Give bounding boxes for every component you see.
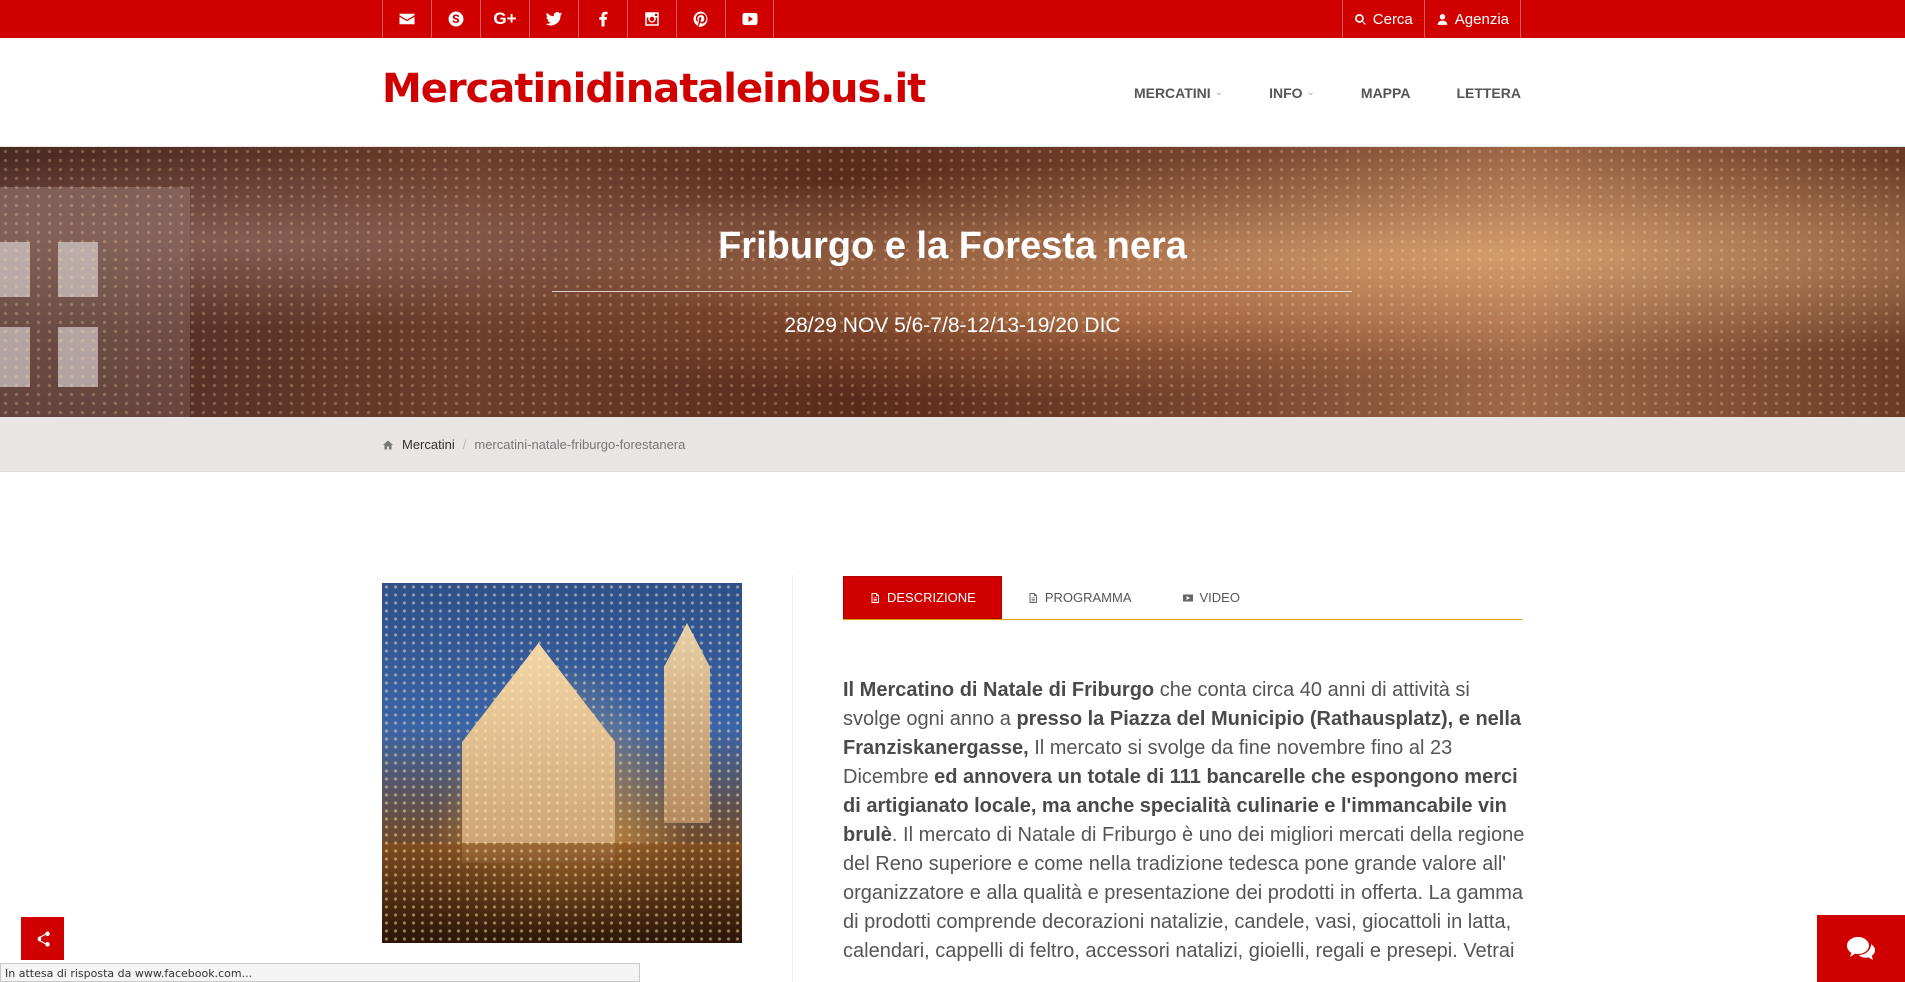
user-icon [1437, 13, 1448, 25]
event-photo [382, 583, 742, 943]
column-divider [792, 575, 793, 982]
nav-item-mappa[interactable]: MAPPA [1361, 85, 1411, 101]
chevron-down-icon: ⌄ [1306, 87, 1315, 98]
pinterest-link[interactable] [676, 0, 725, 38]
page-title: Friburgo e la Foresta nera [718, 225, 1187, 267]
chat-icon [1847, 936, 1875, 960]
youtube-link[interactable] [725, 0, 774, 38]
email-link[interactable] [382, 0, 431, 38]
main-nav: MERCATINI ⌄ INFO ⌄ MAPPA LETTERA [1088, 38, 1521, 147]
top-actions: Cerca Agenzia [1341, 0, 1521, 38]
tab-descrizione[interactable]: DESCRIZIONE [843, 576, 1002, 619]
pinterest-icon [693, 11, 708, 27]
nav-item-label: MAPPA [1360, 84, 1411, 101]
photo-lights [382, 583, 742, 943]
nav-item-mercatini[interactable]: MERCATINI ⌄ [1134, 85, 1223, 101]
nav-item-info[interactable]: INFO ⌄ [1269, 85, 1315, 101]
search-icon [1354, 13, 1366, 25]
event-description: Il Mercatino di Natale di Friburgo che c… [843, 676, 1525, 966]
title-divider [552, 291, 1352, 292]
browser-status-bar: In attesa di risposta da www.facebook.co… [0, 963, 640, 982]
breadcrumb-current: mercatini-natale-friburgo-forestanera [474, 437, 686, 452]
tab-label: DESCRIZIONE [887, 590, 976, 605]
twitter-icon [545, 12, 563, 26]
description-bold: Il Mercatino di Natale di Friburgo [843, 679, 1155, 701]
content-tabs: DESCRIZIONE PROGRAMMA VIDEO [843, 576, 1522, 620]
tab-label: PROGRAMMA [1044, 590, 1132, 605]
google-plus-link[interactable]: G+ [480, 0, 529, 38]
nav-item-label: INFO [1269, 84, 1303, 101]
event-dates: 28/29 NOV 5/6-7/8-12/13-19/20 DIC [784, 314, 1121, 337]
instagram-icon [645, 12, 659, 26]
youtube-icon [742, 13, 757, 25]
hero-banner: Friburgo e la Foresta nera 28/29 NOV 5/6… [0, 147, 1905, 417]
video-icon [1182, 594, 1193, 601]
tab-programma[interactable]: PROGRAMMA [1002, 576, 1157, 619]
skype-icon [448, 11, 464, 27]
google-plus-icon: G+ [493, 9, 517, 28]
nav-item-label: LETTERA [1456, 84, 1521, 101]
top-bar: G+ Cerca Agenzia [0, 0, 1905, 38]
chat-button[interactable] [1817, 915, 1905, 982]
document-icon [1029, 592, 1037, 603]
home-icon [383, 440, 393, 449]
breadcrumb-separator: / [462, 437, 467, 452]
twitter-link[interactable] [529, 0, 578, 38]
breadcrumb: Mercatini / mercatini-natale-friburgo-fo… [0, 417, 1905, 472]
breadcrumb-home-link[interactable]: Mercatini [402, 437, 455, 452]
agency-link[interactable]: Agenzia [1423, 0, 1521, 38]
envelope-icon [399, 13, 415, 25]
nav-item-lettera[interactable]: LETTERA [1456, 85, 1521, 101]
skype-link[interactable] [431, 0, 480, 38]
chevron-down-icon: ⌄ [1214, 87, 1224, 98]
site-header: Mercatinidinataleinbus.it MERCATINI ⌄ IN… [0, 38, 1905, 147]
agency-label: Agenzia [1454, 10, 1509, 28]
facebook-icon [599, 11, 608, 27]
tab-video[interactable]: VIDEO [1157, 576, 1265, 619]
share-icon [37, 931, 50, 946]
document-icon [871, 592, 879, 603]
facebook-link[interactable] [578, 0, 627, 38]
tab-label: VIDEO [1199, 590, 1240, 605]
search-link[interactable]: Cerca [1341, 0, 1424, 38]
share-button[interactable] [21, 917, 64, 960]
social-links: G+ [382, 0, 774, 38]
hero-background-lights [0, 147, 1905, 417]
description-text: . Il mercato di Natale di Friburgo è uno… [843, 824, 1525, 962]
instagram-link[interactable] [627, 0, 676, 38]
nav-item-label: MERCATINI [1133, 84, 1211, 101]
search-label: Cerca [1372, 10, 1413, 28]
site-logo[interactable]: Mercatinidinataleinbus.it [382, 66, 926, 112]
